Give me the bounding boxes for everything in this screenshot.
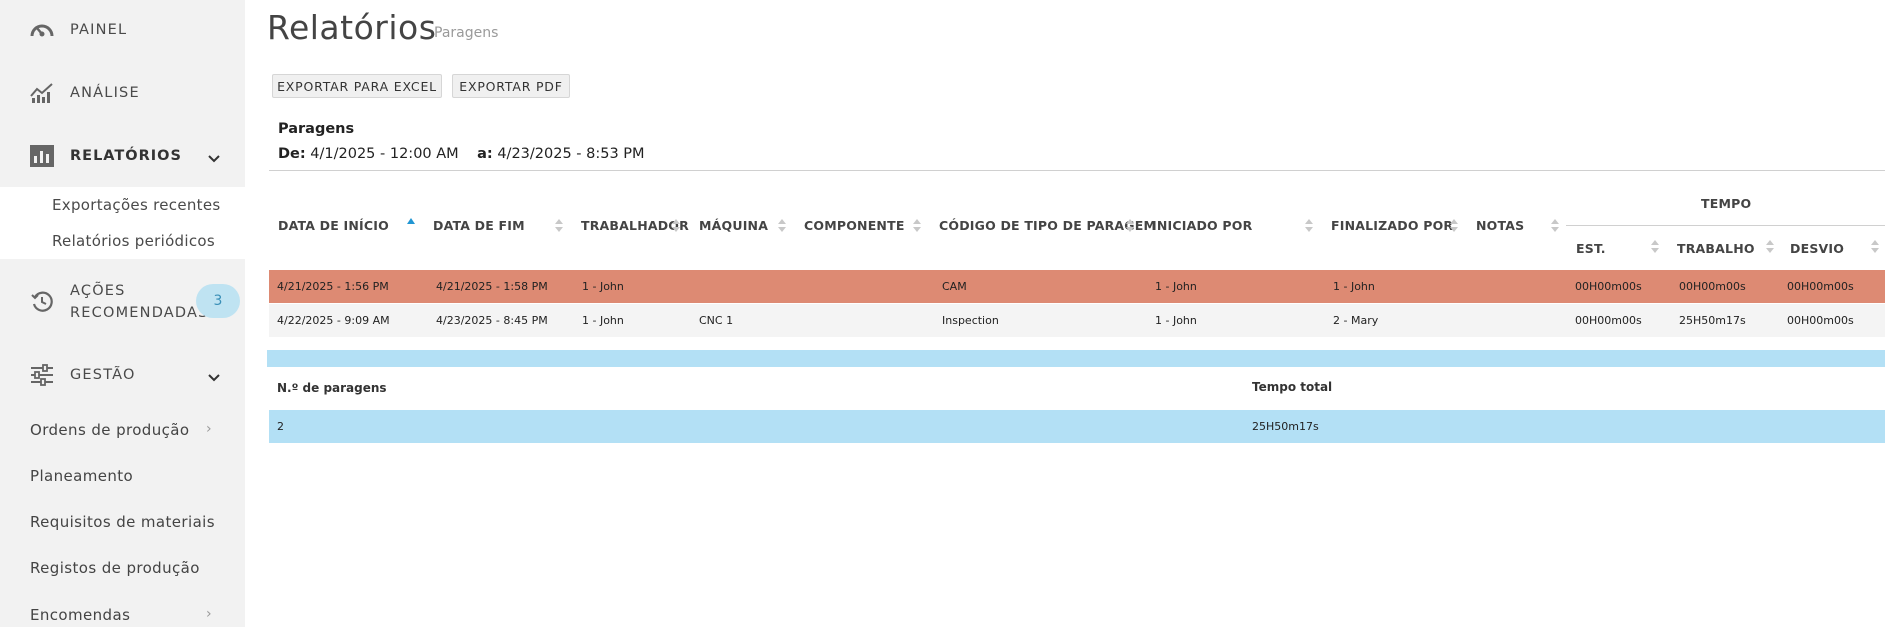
cell-finished-by: 2 - Mary bbox=[1333, 314, 1379, 327]
divider bbox=[1566, 225, 1885, 226]
col-header-est[interactable]: EST. bbox=[1576, 241, 1606, 256]
sort-icon[interactable] bbox=[1305, 219, 1313, 233]
nav-gestao-label: GESTÃO bbox=[70, 367, 136, 383]
sort-icon[interactable] bbox=[1871, 240, 1879, 254]
col-header-deviation[interactable]: DESVIO bbox=[1790, 241, 1844, 256]
sliders-icon bbox=[29, 362, 55, 388]
cell-deviation: 00H00m00s bbox=[1787, 280, 1854, 293]
export-excel-button[interactable]: EXPORTAR PARA EXCEL bbox=[272, 74, 442, 98]
col-header-start[interactable]: DATA DE INÍCIO bbox=[278, 218, 389, 233]
cell-end: 4/21/2025 - 1:58 PM bbox=[436, 280, 548, 293]
to-value: 4/23/2025 - 8:53 PM bbox=[497, 146, 645, 162]
nav-acoes-line1: AÇÕES bbox=[70, 283, 126, 299]
sub-planeamento[interactable]: Planeamento bbox=[30, 467, 133, 485]
cell-est: 00H00m00s bbox=[1575, 314, 1642, 327]
cell-finished-by: 1 - John bbox=[1333, 280, 1375, 293]
cell-code: CAM bbox=[942, 280, 967, 293]
col-header-finished-by[interactable]: FINALIZADO POR bbox=[1331, 218, 1453, 233]
col-header-component[interactable]: COMPONENTE bbox=[804, 218, 905, 233]
cell-started-by: 1 - John bbox=[1155, 280, 1197, 293]
summary-divider-bar bbox=[267, 350, 1885, 367]
col-header-end[interactable]: DATA DE FIM bbox=[433, 218, 525, 233]
nav-relatorios-label: RELATÓRIOS bbox=[70, 148, 182, 164]
to-label: a: bbox=[477, 146, 493, 162]
summary-count-label: N.º de paragens bbox=[277, 381, 387, 395]
sort-icon[interactable] bbox=[1766, 240, 1774, 254]
table-row[interactable]: 4/21/2025 - 1:56 PM 4/21/2025 - 1:58 PM … bbox=[269, 270, 1885, 303]
sub-requisitos-de-materiais[interactable]: Requisitos de materiais bbox=[30, 513, 215, 531]
report-title: Paragens bbox=[278, 121, 355, 137]
summary-count-value: 2 bbox=[277, 420, 284, 433]
cell-machine: CNC 1 bbox=[699, 314, 734, 327]
cell-work: 25H50m17s bbox=[1679, 314, 1746, 327]
sub-exportacoes-recentes[interactable]: Exportações recentes bbox=[52, 196, 221, 214]
main-content: Relatórios Paragens EXPORTAR PARA EXCEL … bbox=[245, 0, 1895, 627]
nav-relatorios[interactable]: RELATÓRIOS bbox=[0, 126, 245, 186]
nav-acoes-label: AÇÕES RECOMENDADAS bbox=[70, 280, 209, 324]
sort-icon[interactable] bbox=[672, 219, 680, 233]
col-header-notes[interactable]: NOTAS bbox=[1476, 218, 1524, 233]
cell-worker: 1 - John bbox=[582, 280, 624, 293]
cell-end: 4/23/2025 - 8:45 PM bbox=[436, 314, 548, 327]
sort-icon[interactable] bbox=[913, 219, 921, 233]
page-title: Relatórios bbox=[267, 8, 437, 47]
bar-chart-icon bbox=[29, 143, 55, 169]
col-header-machine[interactable]: MÁQUINA bbox=[699, 218, 768, 233]
sub-encomendas[interactable]: Encomendas bbox=[30, 606, 130, 624]
sub-relatorios-periodicos[interactable]: Relatórios periódicos bbox=[52, 232, 215, 250]
history-icon bbox=[29, 289, 55, 315]
cell-started-by: 1 - John bbox=[1155, 314, 1197, 327]
nav-painel[interactable]: PAINEL bbox=[0, 0, 245, 60]
table-row[interactable]: 4/22/2025 - 9:09 AM 4/23/2025 - 8:45 PM … bbox=[269, 304, 1885, 337]
sort-icon[interactable] bbox=[1450, 219, 1458, 233]
col-header-started-by[interactable]: INICIADO POR bbox=[1152, 218, 1252, 233]
chevron-down-icon[interactable] bbox=[208, 369, 220, 388]
summary-row: 2 25H50m17s bbox=[269, 410, 1885, 443]
chart-line-icon bbox=[29, 80, 55, 106]
chevron-right-icon: › bbox=[206, 421, 212, 437]
recommendations-count-badge: 3 bbox=[196, 284, 240, 318]
gauge-icon bbox=[29, 17, 55, 43]
cell-work: 00H00m00s bbox=[1679, 280, 1746, 293]
from-label: De: bbox=[278, 146, 306, 162]
chevron-down-icon[interactable] bbox=[208, 150, 220, 169]
date-range: De: 4/1/2025 - 12:00 AM a: 4/23/2025 - 8… bbox=[278, 146, 645, 162]
col-header-work[interactable]: TRABALHO bbox=[1677, 241, 1755, 256]
sort-icon[interactable] bbox=[1651, 240, 1659, 254]
summary-total-value: 25H50m17s bbox=[1252, 420, 1319, 433]
cell-deviation: 00H00m00s bbox=[1787, 314, 1854, 327]
divider bbox=[269, 170, 1885, 171]
nav-acoes-line2: RECOMENDADAS bbox=[70, 305, 209, 321]
nav-gestao[interactable]: GESTÃO bbox=[0, 345, 245, 405]
sort-icon[interactable] bbox=[1551, 219, 1559, 233]
cell-code: Inspection bbox=[942, 314, 999, 327]
sort-icon[interactable] bbox=[555, 219, 563, 233]
cell-worker: 1 - John bbox=[582, 314, 624, 327]
sort-icon[interactable] bbox=[778, 219, 786, 233]
chevron-right-icon: › bbox=[206, 606, 212, 622]
cell-start: 4/22/2025 - 9:09 AM bbox=[277, 314, 390, 327]
sidebar: PAINEL ANÁLISE RELATÓRIOS Exportações re… bbox=[0, 0, 245, 627]
nav-painel-label: PAINEL bbox=[70, 22, 128, 38]
sub-registos-de-producao[interactable]: Registos de produção bbox=[30, 559, 200, 577]
page-subtitle: Paragens bbox=[434, 25, 499, 41]
sub-ordens-de-producao[interactable]: Ordens de produção bbox=[30, 421, 189, 439]
export-pdf-button[interactable]: EXPORTAR PDF bbox=[452, 74, 570, 98]
cell-start: 4/21/2025 - 1:56 PM bbox=[277, 280, 389, 293]
nav-analise-label: ANÁLISE bbox=[70, 85, 140, 101]
col-header-time-group: TEMPO bbox=[1701, 196, 1752, 211]
sort-icon[interactable] bbox=[1126, 219, 1134, 233]
from-value: 4/1/2025 - 12:00 AM bbox=[310, 146, 459, 162]
nav-analise[interactable]: ANÁLISE bbox=[0, 63, 245, 123]
col-header-code[interactable]: CÓDIGO DE TIPO DE PARAGEM bbox=[939, 218, 1156, 233]
sort-asc-icon[interactable] bbox=[407, 218, 415, 224]
summary-total-label: Tempo total bbox=[1252, 380, 1333, 394]
cell-est: 00H00m00s bbox=[1575, 280, 1642, 293]
